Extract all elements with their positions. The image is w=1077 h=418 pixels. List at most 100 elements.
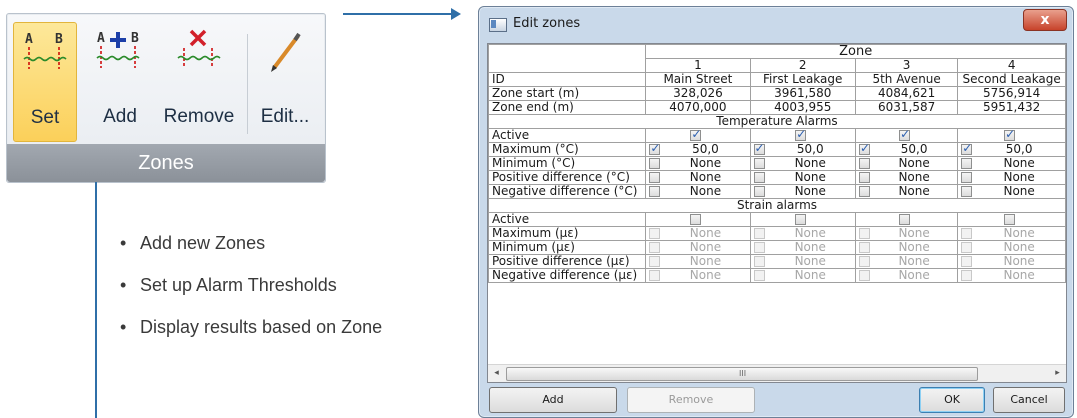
strain-max-value: None [1003,226,1035,240]
table-row: Minimum (°C) None None None None [488,156,1066,171]
strain-posdiff-checkbox [753,256,765,267]
row-label: Positive difference (°C) [488,170,647,185]
strain-posdiff-checkbox [858,256,870,267]
close-button[interactable]: x [1023,9,1067,31]
temperature-negdiff-value[interactable]: None [874,186,954,198]
temperature-active-checkbox[interactable] [690,130,701,141]
cancel-button[interactable]: Cancel [993,387,1065,413]
temperature-active-checkbox[interactable] [795,130,806,141]
temperature-min-checkbox[interactable] [753,158,765,169]
zone-start-cell[interactable]: 4084,621 [854,86,959,101]
strain-posdiff-value: None [1003,254,1035,268]
row-label: Minimum (με) [488,240,647,255]
temperature-negdiff-checkbox[interactable] [961,186,973,197]
zone-id-cell[interactable]: Main Street [645,72,751,87]
temperature-min-value[interactable]: None [769,158,852,170]
temperature-max-checkbox[interactable] [753,144,765,155]
scrollbar-thumb[interactable]: III [506,367,978,381]
icon-letter-a: A [25,32,33,47]
temperature-negdiff-value[interactable]: None [769,186,852,198]
temperature-min-value[interactable]: None [976,158,1062,170]
ribbon-separator [247,34,248,134]
strain-negdiff-checkbox [961,270,973,281]
zone-start-cell[interactable]: 5756,914 [957,86,1066,101]
temperature-negdiff-value[interactable]: None [976,186,1062,198]
scroll-right-icon[interactable]: ▸ [1049,365,1066,382]
zone-start-cell[interactable]: 328,026 [645,86,751,101]
temperature-posdiff-value[interactable]: None [976,172,1062,184]
temperature-max-value[interactable]: 50,0 [874,144,954,156]
temperature-max-value[interactable]: 50,0 [976,144,1062,156]
row-label: Zone start (m) [488,86,647,101]
table-row: Zone start (m) 328,026 3961,580 4084,621… [488,86,1066,101]
row-label: Negative difference (°C) [488,184,647,199]
strain-active-checkbox[interactable] [899,214,911,225]
dialog-titlebar[interactable]: Edit zones x [479,7,1073,41]
zone-id-cell[interactable]: 5th Avenue [854,72,959,87]
row-label: ID [488,72,647,87]
edit-zones-button[interactable]: Edit... [251,22,319,140]
temperature-max-value[interactable]: 50,0 [664,144,746,156]
temperature-negdiff-checkbox[interactable] [753,186,765,197]
table-row: Maximum (°C) 50,0 50,0 50,0 50,0 [488,142,1066,157]
add-zone-button[interactable]: A B Add [87,22,153,140]
strain-posdiff-checkbox [961,256,973,267]
temperature-max-checkbox[interactable] [858,144,870,155]
temperature-min-checkbox[interactable] [858,158,870,169]
zone-id-cell[interactable]: Second Leakage [957,72,1066,87]
zone-end-cell[interactable]: 4070,000 [645,100,751,115]
strain-posdiff-value: None [898,254,930,268]
icon-letter-a: A [97,31,105,46]
temperature-posdiff-checkbox[interactable] [753,172,765,183]
temperature-posdiff-checkbox[interactable] [858,172,870,183]
zone-remove-icon [177,29,221,68]
zone-end-cell[interactable]: 5951,432 [957,100,1066,115]
zone-end-cell[interactable]: 4003,955 [749,100,856,115]
temperature-negdiff-value[interactable]: None [664,186,746,198]
add-button[interactable]: Add [489,387,617,413]
strain-active-checkbox[interactable] [1004,214,1016,225]
ok-button[interactable]: OK [919,387,985,413]
temperature-min-checkbox[interactable] [961,158,973,169]
temperature-posdiff-value[interactable]: None [769,172,852,184]
set-zones-button[interactable]: A B Set [13,22,77,142]
strain-negdiff-checkbox [753,270,765,281]
add-label: Add [103,106,137,127]
horizontal-scrollbar[interactable]: ◂ III ▸ [488,364,1066,382]
list-item: Display results based on Zone [118,306,382,348]
zone-start-cell[interactable]: 3961,580 [749,86,856,101]
temperature-posdiff-value[interactable]: None [874,172,954,184]
scroll-left-icon[interactable]: ◂ [488,365,505,382]
row-label: Active [488,212,647,227]
dialog-title: Edit zones [513,16,581,31]
zone-id-cell[interactable]: First Leakage [749,72,856,87]
strain-active-checkbox[interactable] [795,214,807,225]
temperature-max-checkbox[interactable] [961,144,972,155]
zone-number: 1 [645,58,751,73]
temperature-min-value[interactable]: None [874,158,954,170]
zone-end-cell[interactable]: 6031,587 [854,100,959,115]
temperature-posdiff-checkbox[interactable] [649,172,661,183]
strain-active-checkbox[interactable] [690,214,702,225]
remove-zone-button[interactable]: Remove [155,22,243,140]
temperature-posdiff-value[interactable]: None [664,172,746,184]
temperature-active-checkbox[interactable] [899,130,910,141]
table-row: Active [488,212,1066,227]
close-icon: x [1040,12,1050,28]
table-row: Strain alarms [488,198,1066,213]
strain-negdiff-value: None [794,268,826,282]
temperature-negdiff-checkbox[interactable] [858,186,870,197]
list-item: Set up Alarm Thresholds [118,264,382,306]
temperature-max-value[interactable]: 50,0 [769,144,852,156]
table-row: Zone end (m) 4070,000 4003,955 6031,587 … [488,100,1066,115]
temperature-max-checkbox[interactable] [649,144,660,155]
temperature-posdiff-checkbox[interactable] [961,172,973,183]
temperature-active-checkbox[interactable] [1004,130,1015,141]
temperature-min-checkbox[interactable] [649,158,661,169]
temperature-min-value[interactable]: None [664,158,746,170]
temperature-negdiff-checkbox[interactable] [649,186,661,197]
table-row: Active [488,128,1066,143]
strain-posdiff-value: None [794,254,826,268]
icon-letter-b: B [55,32,63,47]
strain-negdiff-checkbox [649,270,661,281]
